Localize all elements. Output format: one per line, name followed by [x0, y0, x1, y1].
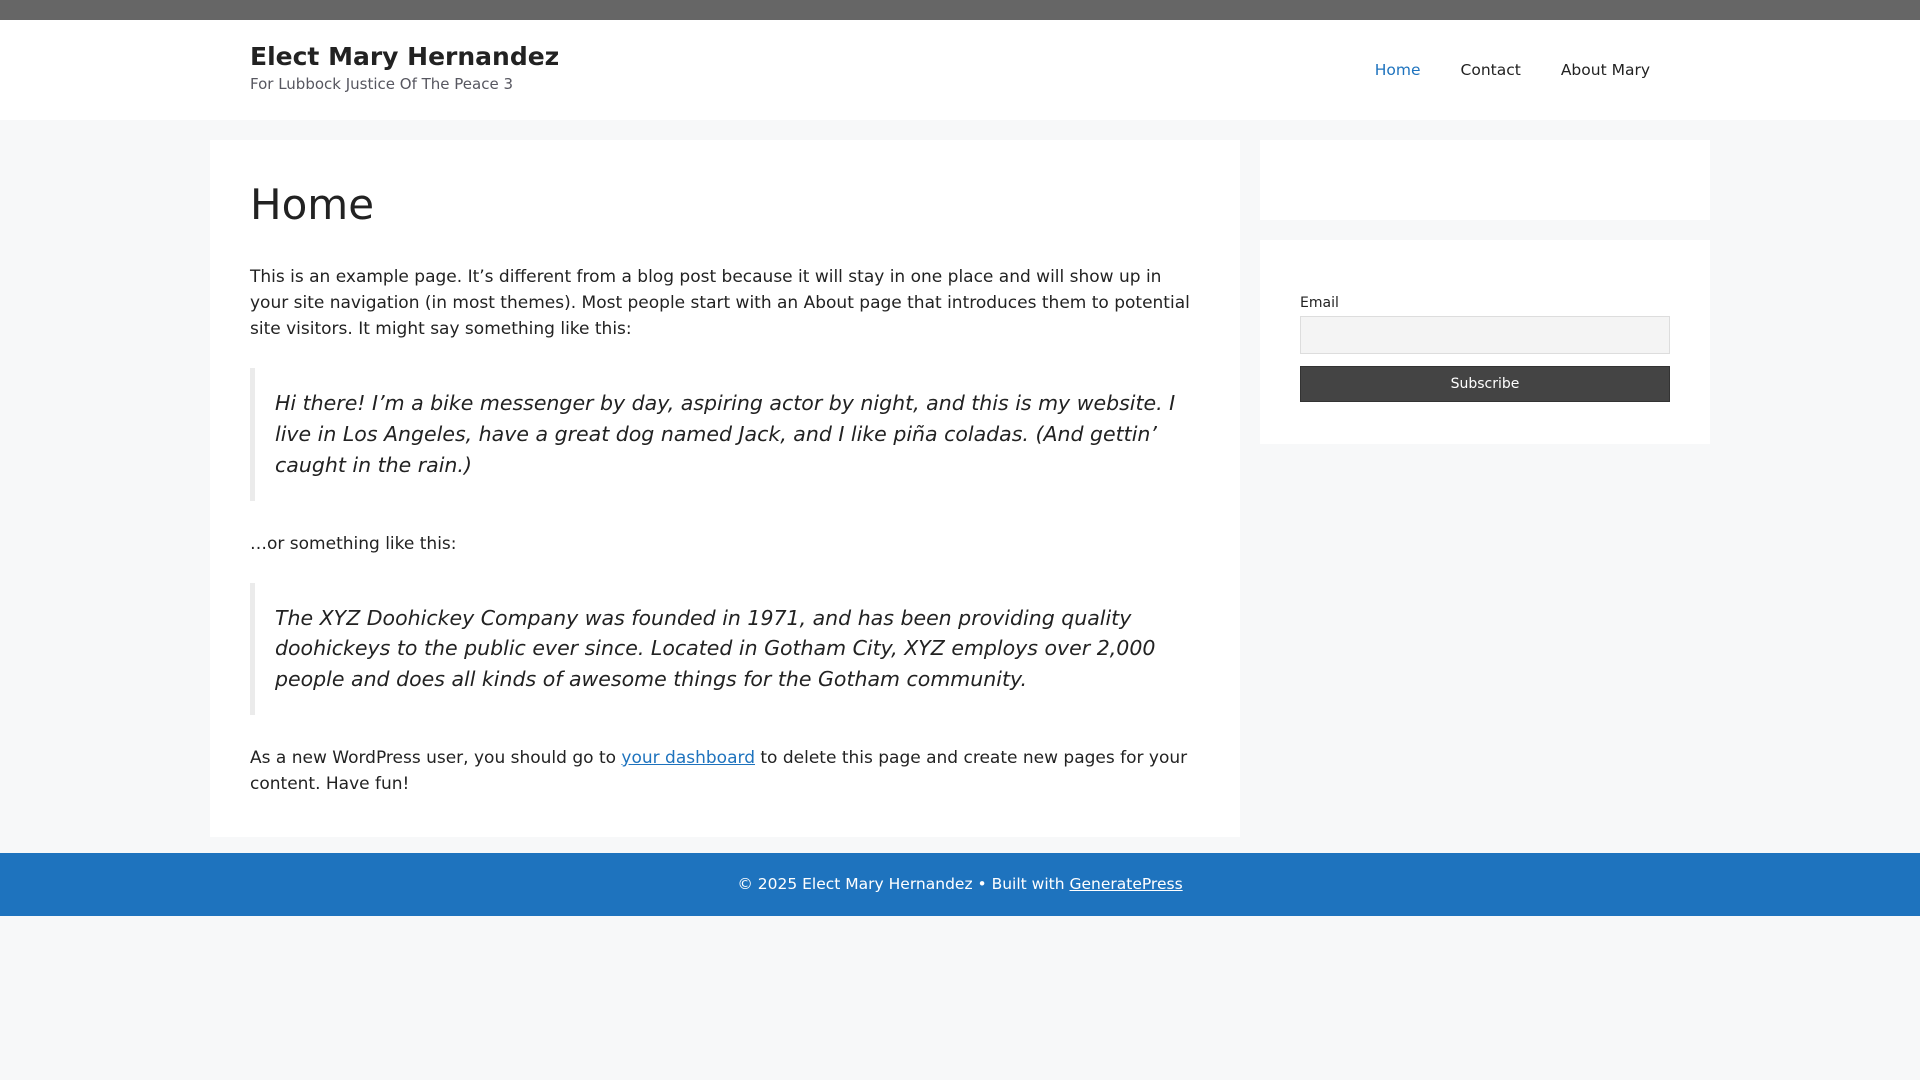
- nav-item-about-mary[interactable]: About Mary: [1541, 20, 1670, 120]
- quote-text: Hi there! I’m a bike messenger by day, a…: [275, 391, 1176, 477]
- outro-paragraph: As a new WordPress user, you should go t…: [250, 745, 1200, 797]
- entry-content: This is an example page. It’s different …: [250, 264, 1200, 797]
- footer-copyright: © 2025 Elect Mary Hernandez • Built with: [737, 875, 1070, 893]
- quote-text: The XYZ Doohickey Company was founded in…: [275, 605, 1156, 692]
- nav-item-home[interactable]: Home: [1355, 20, 1441, 120]
- main-content: Home This is an example page. It’s diffe…: [210, 140, 1240, 837]
- email-input[interactable]: [1300, 316, 1670, 354]
- site-tagline: For Lubbock Justice Of The Peace 3: [250, 75, 514, 93]
- outro-text-before: As a new WordPress user, you should go t…: [250, 747, 622, 768]
- site-header: Elect Mary Hernandez For Lubbock Justice…: [0, 20, 1920, 120]
- top-bar: [0, 0, 1920, 20]
- middle-paragraph: …or something like this:: [250, 533, 457, 554]
- nav-item-contact[interactable]: Contact: [1441, 20, 1541, 120]
- intro-paragraph: This is an example page. It’s different …: [250, 267, 1190, 340]
- email-label: Email: [1300, 295, 1339, 311]
- main-navigation: Home Contact About Mary: [1355, 20, 1670, 120]
- page-title: Home: [250, 180, 375, 229]
- generatepress-link[interactable]: GeneratePress: [1069, 875, 1182, 893]
- site-title[interactable]: Elect Mary Hernandez: [250, 42, 559, 72]
- subscribe-widget: Email Subscribe: [1260, 240, 1710, 444]
- site-footer: © 2025 Elect Mary Hernandez • Built with…: [0, 853, 1920, 916]
- site-branding: Elect Mary Hernandez For Lubbock Justice…: [250, 42, 559, 93]
- sidebar-widget-empty: [1260, 140, 1710, 220]
- dashboard-link[interactable]: your dashboard: [621, 748, 755, 768]
- blockquote-doohickey: The XYZ Doohickey Company was founded in…: [250, 582, 1200, 715]
- subscribe-button[interactable]: Subscribe: [1300, 366, 1670, 402]
- blockquote-bike-messenger: Hi there! I’m a bike messenger by day, a…: [250, 368, 1200, 501]
